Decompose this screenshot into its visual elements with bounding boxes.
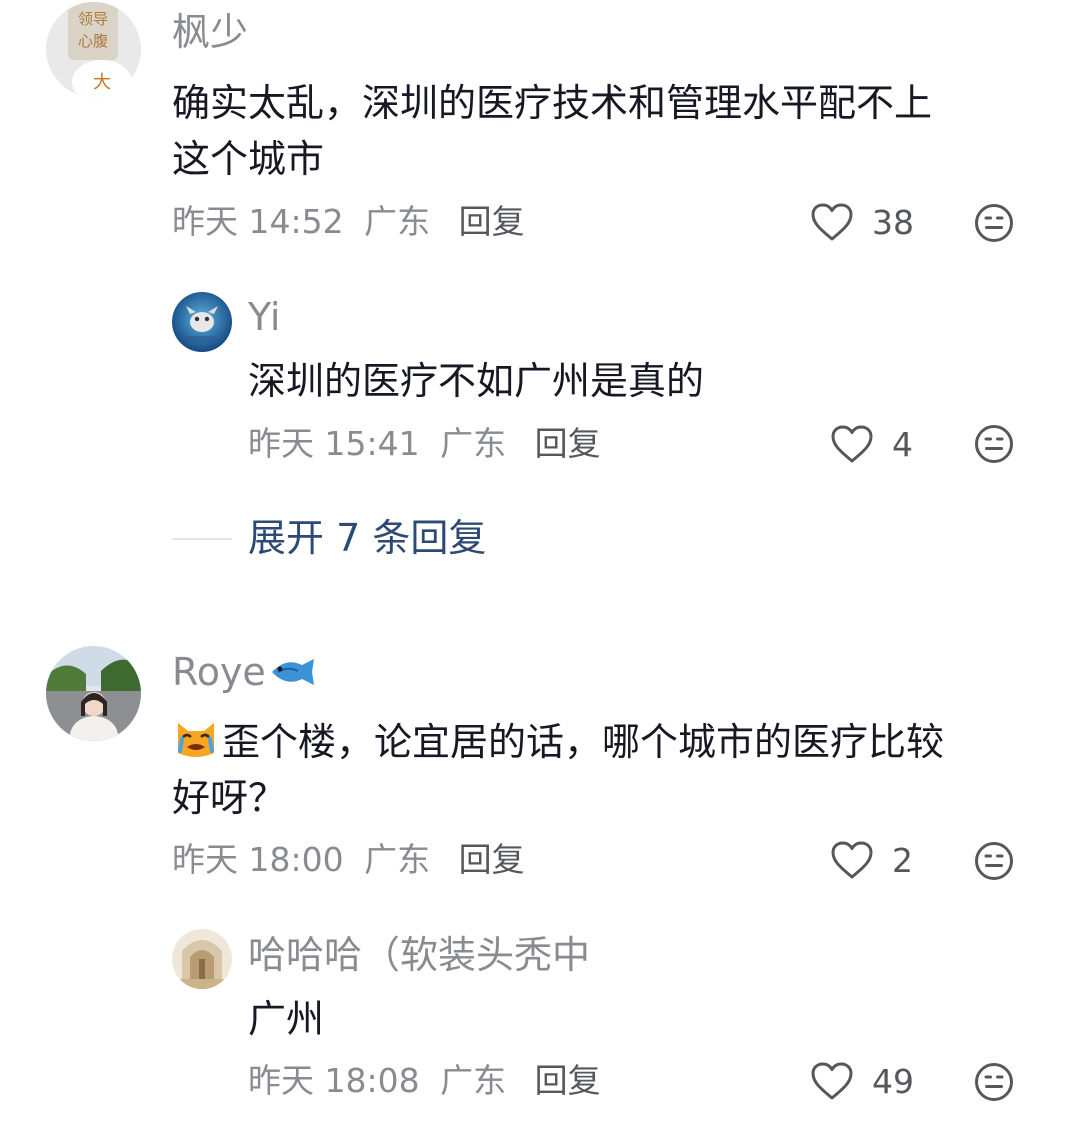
reply-meta: 昨天 18:08 广东 回复 xyxy=(248,1064,601,1097)
react-button[interactable] xyxy=(974,424,1014,464)
reply-time: 昨天 18:08 xyxy=(248,1061,420,1100)
expand-replies-button[interactable]: 展开 7 条回复 xyxy=(248,519,486,557)
reply-location: 广东 xyxy=(440,424,507,463)
crying-cat-emoji xyxy=(178,723,214,757)
comment-time: 昨天 18:00 xyxy=(172,840,344,879)
comment-location: 广东 xyxy=(364,840,431,879)
reply-username[interactable]: Yi xyxy=(248,298,280,336)
comment-meta: 昨天 18:00 广东 回复 xyxy=(172,843,525,876)
reply-username[interactable]: 哈哈哈（软装头秃中 xyxy=(248,936,590,974)
heart-outline-icon xyxy=(831,841,873,879)
avatar-text-3: 大 xyxy=(93,72,111,93)
avatar-image xyxy=(46,646,141,741)
reply-button[interactable]: 回复 xyxy=(459,202,525,241)
neutral-face-icon xyxy=(975,1063,1013,1101)
reply-text: 广州 xyxy=(248,997,325,1041)
reply-button[interactable]: 回复 xyxy=(535,424,601,463)
comment-location: 广东 xyxy=(364,202,431,241)
heart-outline-icon xyxy=(831,425,873,463)
reply-time: 昨天 15:41 xyxy=(248,424,420,463)
comment-time: 昨天 14:52 xyxy=(172,202,344,241)
comment-meta: 昨天 14:52 广东 回复 xyxy=(172,205,525,238)
like-button[interactable]: 38 xyxy=(810,200,914,244)
neutral-face-icon xyxy=(975,842,1013,880)
heart-outline-icon xyxy=(811,1062,853,1100)
avatar[interactable]: 领导 心腹 大 xyxy=(46,2,141,97)
comment-text-line-1: 歪个楼，论宜居的话，哪个城市的医疗比较 xyxy=(172,714,944,770)
reply-button[interactable]: 回复 xyxy=(459,840,525,879)
avatar[interactable] xyxy=(46,646,141,741)
avatar[interactable] xyxy=(172,292,232,352)
comment-text-line-1: 确实太乱，深圳的医疗技术和管理水平配不上 xyxy=(172,81,933,125)
neutral-face-icon xyxy=(975,425,1013,463)
expand-divider xyxy=(172,538,232,540)
comment-text-line-2: 好呀？ xyxy=(172,776,287,820)
react-button[interactable] xyxy=(974,841,1014,881)
comment-username-text: Roye xyxy=(172,650,266,694)
comment-text: 歪个楼，论宜居的话，哪个城市的医疗比较 xyxy=(222,720,945,764)
comment-text-line-2: 这个城市 xyxy=(172,137,325,181)
reply-location: 广东 xyxy=(440,1061,507,1100)
comment-username[interactable]: Roye xyxy=(172,653,318,691)
like-count: 2 xyxy=(892,840,913,880)
avatar-image xyxy=(172,292,232,352)
neutral-face-icon xyxy=(975,204,1013,242)
react-button[interactable] xyxy=(974,1062,1014,1102)
like-button[interactable]: 2 xyxy=(830,838,913,882)
comment-username[interactable]: 枫少 xyxy=(172,13,248,51)
avatar[interactable] xyxy=(172,929,232,989)
fish-emoji xyxy=(271,659,314,685)
like-button[interactable]: 4 xyxy=(830,422,913,466)
avatar-text-1: 领导 xyxy=(78,10,108,28)
avatar-image: 领导 心腹 大 xyxy=(46,2,141,97)
like-count: 4 xyxy=(892,424,913,464)
like-count: 49 xyxy=(872,1061,914,1101)
reply-button[interactable]: 回复 xyxy=(535,1061,601,1100)
heart-outline-icon xyxy=(811,203,853,241)
avatar-image xyxy=(172,929,232,989)
avatar-text-2: 心腹 xyxy=(78,32,108,50)
like-button[interactable]: 49 xyxy=(810,1059,914,1103)
reply-meta: 昨天 15:41 广东 回复 xyxy=(248,427,601,460)
like-count: 38 xyxy=(872,202,914,242)
reply-text: 深圳的医疗不如广州是真的 xyxy=(248,359,705,403)
react-button[interactable] xyxy=(974,203,1014,243)
